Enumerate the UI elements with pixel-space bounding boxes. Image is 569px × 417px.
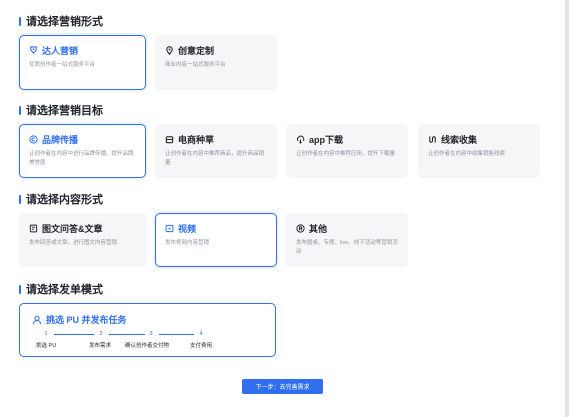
card-desc: 优质创作者一站式服务平台: [29, 62, 96, 68]
section-title-text: 请选择发单模式: [26, 284, 103, 296]
card-article[interactable]: 图文问答&文章 发布回答或文章，进行图文内容营销: [19, 213, 146, 267]
section-title-form: 请选择营销形式: [19, 14, 103, 28]
section-title-text: 请选择营销目标: [26, 105, 103, 117]
card-desc: 发布圆桌、专题、live、线下活动等营销活动: [296, 240, 398, 255]
video-icon: [165, 224, 174, 233]
section-title-content: 请选择内容形式: [19, 192, 103, 206]
article-icon: [29, 224, 38, 233]
badge-icon: [29, 45, 38, 55]
scrollbar-thumb[interactable]: [565, 0, 569, 417]
accent-bar: [19, 284, 21, 294]
card-desc: 让创作者在内容中进行品牌传播，提升品牌美誉度: [29, 151, 134, 166]
card-other[interactable]: 其他 发布圆桌、专题、live、线下活动等营销活动: [286, 213, 408, 267]
step-label: 挑选 PU: [36, 343, 57, 349]
card-creative-custom[interactable]: 创意定制 商业内容一站式服务平台: [155, 35, 277, 90]
card-video[interactable]: 视频 发布视频内容营销: [155, 213, 277, 267]
person-icon: [32, 315, 42, 324]
card-title: 品牌传播: [42, 134, 79, 145]
page: 请选择营销形式 达人营销 优质创作者一站式服务平台 创意定制 商业内容一站式服务…: [0, 0, 569, 417]
card-title: 其他: [309, 223, 328, 234]
card-title: app下载: [309, 134, 344, 145]
step-connector: [54, 334, 94, 335]
shop-icon: [165, 135, 174, 144]
step-number: 2: [99, 331, 103, 337]
section-title-text: 请选择营销形式: [26, 16, 103, 28]
card-desc: 让创作者在内容中收集销售线索: [428, 151, 506, 157]
card-talent-marketing[interactable]: 达人营销 优质创作者一站式服务平台: [19, 35, 146, 90]
card-lead-collection[interactable]: 线索收集 让创作者在内容中收集销售线索: [418, 124, 540, 178]
order-mode-card[interactable]: 挑选 PU 并发布任务 1 2 3 4 挑选 PU 发布需求 确认创作者交付物 …: [19, 303, 276, 357]
cloud-download-icon: [296, 135, 305, 144]
card-desc: 让创作者在内容中推荐应用，提升下载量: [296, 151, 396, 157]
accent-bar: [19, 194, 21, 204]
card-ecommerce[interactable]: 电商种草 让创作者在内容中推荐商品，提升商品销量: [155, 124, 277, 178]
copyright-circle-icon: [29, 134, 38, 144]
step-number: 4: [199, 331, 203, 337]
step-number: 3: [149, 331, 153, 337]
section-title-order: 请选择发单模式: [19, 282, 103, 296]
card-desc: 让创作者在内容中推荐商品，提升商品销量: [165, 151, 265, 166]
step-label: 支付费用: [190, 343, 213, 349]
next-step-button[interactable]: 下一步：去完善需求: [242, 379, 323, 394]
card-desc: 发布回答或文章，进行图文内容营销: [29, 240, 118, 246]
card-desc: 商业内容一站式服务平台: [165, 62, 226, 68]
step-connector: [109, 334, 145, 335]
accent-bar: [19, 105, 21, 115]
lead-icon: [428, 135, 437, 144]
location-pin-icon: [165, 45, 174, 55]
step-flow: 1 2 3 4 挑选 PU 发布需求 确认创作者交付物 支付费用: [20, 331, 277, 353]
registered-icon: [296, 223, 305, 233]
card-app-download[interactable]: app下载 让创作者在内容中推荐应用，提升下载量: [286, 124, 408, 178]
order-mode-title: 挑选 PU 并发布任务: [46, 315, 127, 325]
card-title: 达人营销: [42, 45, 79, 56]
step-label: 确认创作者交付物: [125, 343, 170, 349]
card-title: 线索收集: [441, 134, 478, 145]
card-title: 视频: [178, 223, 197, 234]
card-title: 电商种草: [178, 134, 215, 145]
card-brand-spread[interactable]: 品牌传播 让创作者在内容中进行品牌传播，提升品牌美誉度: [19, 124, 146, 178]
step-label: 发布需求: [89, 343, 112, 349]
card-title: 创意定制: [178, 45, 215, 56]
section-title-text: 请选择内容形式: [26, 194, 103, 206]
accent-bar: [19, 16, 21, 26]
section-title-goal: 请选择营销目标: [19, 103, 103, 117]
card-desc: 发布视频内容营销: [165, 240, 210, 246]
scrollbar[interactable]: [565, 0, 569, 417]
step-number: 1: [44, 331, 48, 337]
step-connector: [159, 334, 194, 335]
card-title: 图文问答&文章: [42, 223, 103, 234]
